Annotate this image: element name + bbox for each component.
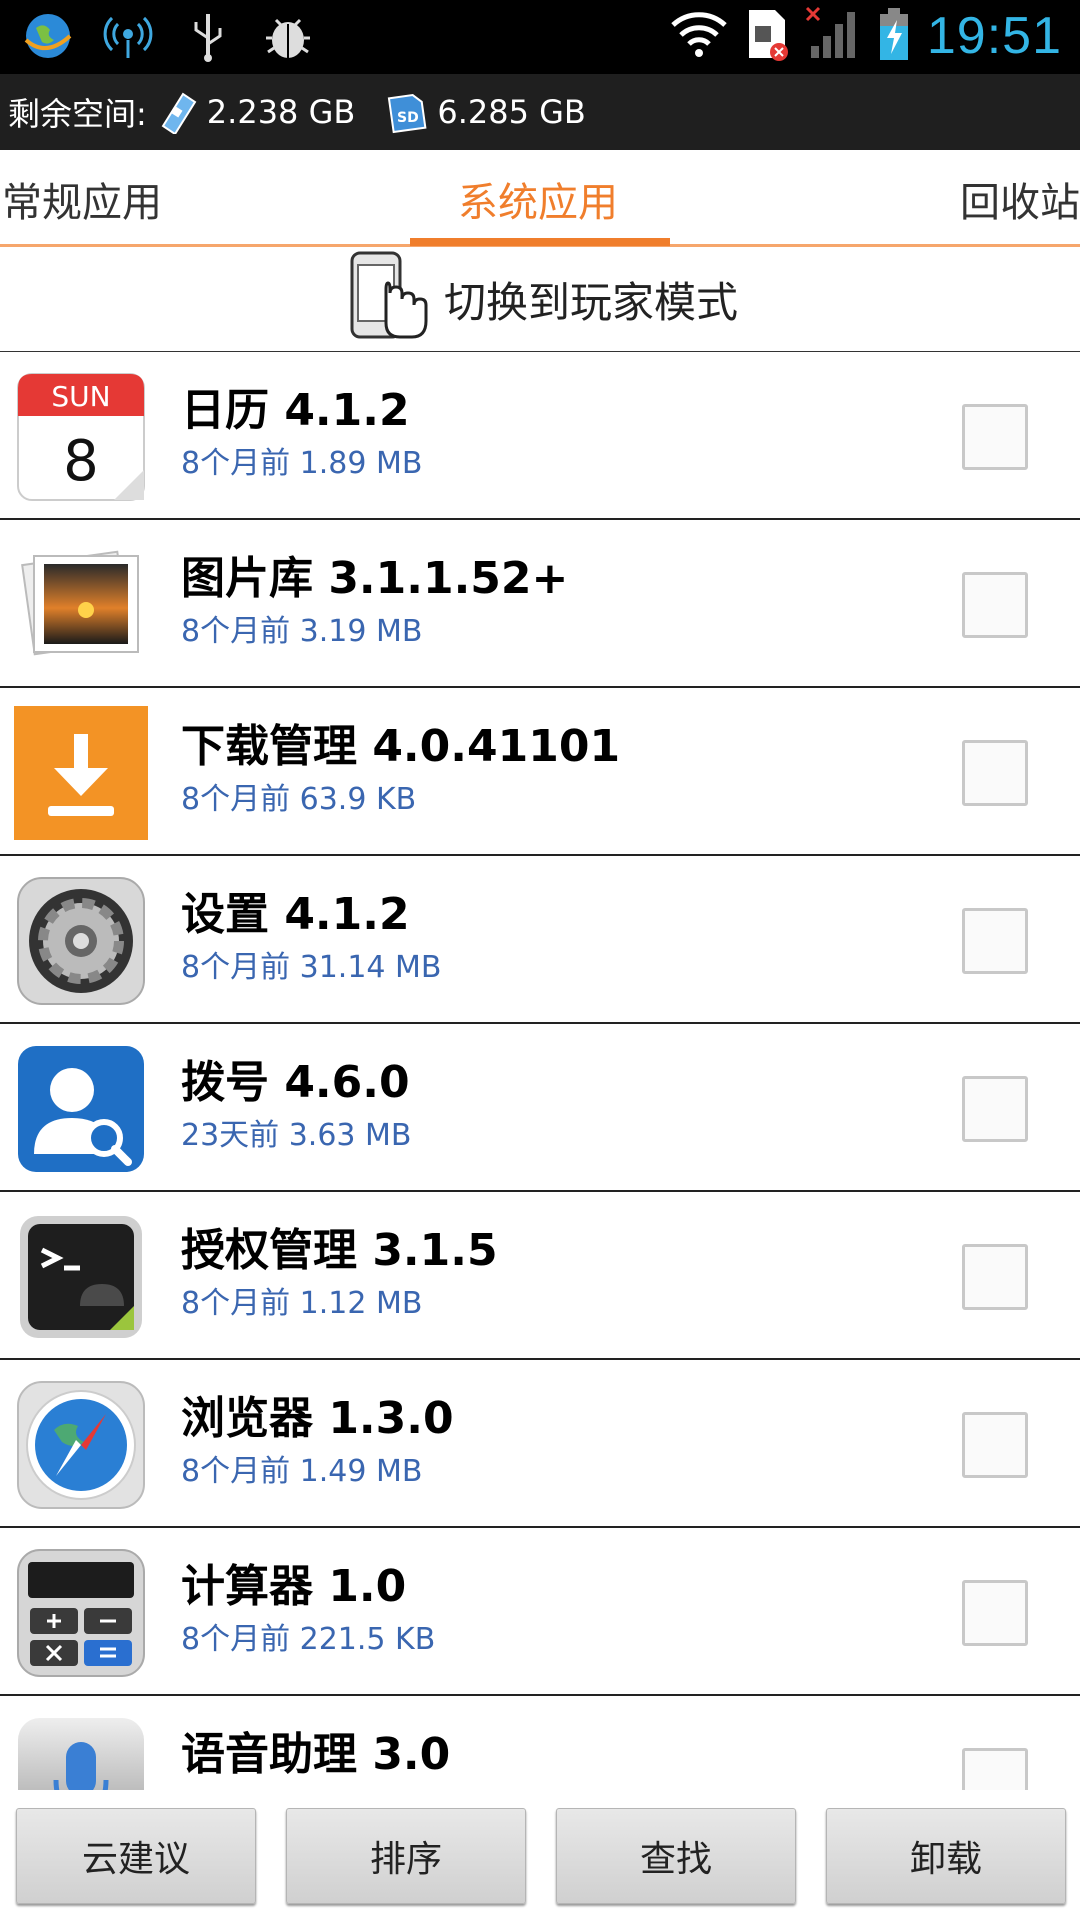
debug-bug-icon bbox=[260, 8, 316, 64]
select-checkbox[interactable] bbox=[962, 740, 1028, 806]
svg-text:SUN: SUN bbox=[51, 380, 110, 413]
app-name: 图片库 3.1.1.52+ bbox=[181, 553, 569, 604]
compass-browser-icon bbox=[14, 1378, 148, 1512]
app-meta: 8个月前 3.19 MB bbox=[181, 614, 423, 649]
bottom-action-bar: 云建议 排序 查找 卸载 bbox=[0, 1790, 1080, 1920]
sd-storage-value: 6.285 GB bbox=[437, 93, 586, 131]
app-name: 设置 4.1.2 bbox=[181, 889, 410, 940]
svg-text:SD: SD bbox=[397, 110, 419, 126]
switch-mode-label: 切换到玩家模式 bbox=[443, 277, 738, 327]
system-app-list: SUN 8 日历 4.1.2 8个月前 1.89 MB 图片库 3.1.1.52… bbox=[0, 352, 1080, 1864]
app-name: 计算器 1.0 bbox=[181, 1561, 407, 1612]
app-name: 授权管理 3.1.5 bbox=[181, 1225, 498, 1276]
select-checkbox[interactable] bbox=[962, 572, 1028, 638]
app-name: 下载管理 4.0.41101 bbox=[181, 721, 621, 772]
settings-gear-icon bbox=[14, 874, 148, 1008]
calendar-icon: SUN 8 bbox=[14, 370, 148, 504]
phone-touch-icon bbox=[342, 249, 438, 349]
svg-text:8: 8 bbox=[63, 429, 99, 494]
status-bar: 19:51 bbox=[0, 0, 1080, 74]
list-item[interactable]: 计算器 1.0 8个月前 221.5 KB bbox=[0, 1528, 1080, 1696]
usb-icon bbox=[180, 8, 236, 64]
app-meta: 8个月前 1.12 MB bbox=[181, 1286, 423, 1321]
storage-label: 剩余空间: bbox=[8, 95, 147, 133]
app-meta: 8个月前 31.14 MB bbox=[181, 950, 442, 985]
download-icon bbox=[14, 706, 148, 840]
sim-card-error-icon bbox=[745, 6, 789, 66]
sort-button[interactable]: 排序 bbox=[286, 1808, 526, 1904]
clock: 19:51 bbox=[926, 7, 1062, 65]
wifi-icon bbox=[669, 9, 729, 63]
uninstall-button[interactable]: 卸载 bbox=[826, 1808, 1066, 1904]
app-name: 语音助理 3.0 bbox=[181, 1729, 451, 1780]
active-tab-indicator bbox=[410, 238, 670, 246]
app-meta: 23天前 3.63 MB bbox=[181, 1118, 412, 1153]
storage-info-bar: 剩余空间: 2.238 GB SD 6.285 GB bbox=[0, 74, 1080, 150]
list-item[interactable]: 授权管理 3.1.5 8个月前 1.12 MB bbox=[0, 1192, 1080, 1360]
select-checkbox[interactable] bbox=[962, 404, 1028, 470]
terminal-icon bbox=[14, 1210, 148, 1344]
gallery-icon bbox=[14, 538, 148, 672]
list-item[interactable]: 浏览器 1.3.0 8个月前 1.49 MB bbox=[0, 1360, 1080, 1528]
search-button[interactable]: 查找 bbox=[556, 1808, 796, 1904]
tab-system-apps[interactable]: 系统应用 bbox=[458, 170, 618, 228]
internal-storage-value: 2.238 GB bbox=[206, 93, 356, 131]
select-checkbox[interactable] bbox=[962, 1244, 1028, 1310]
app-category-tabs: 常规应用 系统应用 回收站 bbox=[0, 150, 1080, 247]
earth-globe-icon bbox=[20, 8, 76, 64]
list-item[interactable]: 下载管理 4.0.41101 8个月前 63.9 KB bbox=[0, 688, 1080, 856]
select-checkbox[interactable] bbox=[962, 1076, 1028, 1142]
list-item[interactable]: SUN 8 日历 4.1.2 8个月前 1.89 MB bbox=[0, 352, 1080, 520]
switch-to-player-mode-button[interactable]: 切换到玩家模式 bbox=[0, 247, 1080, 353]
phone-memory-icon bbox=[155, 90, 199, 134]
contact-search-icon bbox=[14, 1042, 148, 1176]
list-item[interactable]: 设置 4.1.2 8个月前 31.14 MB bbox=[0, 856, 1080, 1024]
sd-card-icon: SD bbox=[385, 90, 429, 134]
tab-regular-apps[interactable]: 常规应用 bbox=[2, 170, 162, 228]
app-name: 拨号 4.6.0 bbox=[181, 1057, 410, 1108]
app-meta: 8个月前 63.9 KB bbox=[181, 782, 417, 817]
tab-recycle-bin[interactable]: 回收站 bbox=[960, 170, 1080, 228]
select-checkbox[interactable] bbox=[962, 1412, 1028, 1478]
app-name: 日历 4.1.2 bbox=[181, 385, 410, 436]
select-checkbox[interactable] bbox=[962, 908, 1028, 974]
select-checkbox[interactable] bbox=[962, 1580, 1028, 1646]
battery-charging-icon bbox=[877, 6, 911, 66]
list-item[interactable]: 图片库 3.1.1.52+ 8个月前 3.19 MB bbox=[0, 520, 1080, 688]
calculator-icon bbox=[14, 1546, 148, 1680]
app-meta: 8个月前 221.5 KB bbox=[181, 1622, 436, 1657]
app-meta: 8个月前 1.49 MB bbox=[181, 1454, 423, 1489]
list-item[interactable]: 拨号 4.6.0 23天前 3.63 MB bbox=[0, 1024, 1080, 1192]
cloud-suggest-button[interactable]: 云建议 bbox=[16, 1808, 256, 1904]
app-meta: 8个月前 1.89 MB bbox=[181, 446, 423, 481]
app-name: 浏览器 1.3.0 bbox=[181, 1393, 454, 1444]
no-signal-icon bbox=[805, 6, 861, 66]
radio-waves-icon bbox=[100, 8, 156, 64]
